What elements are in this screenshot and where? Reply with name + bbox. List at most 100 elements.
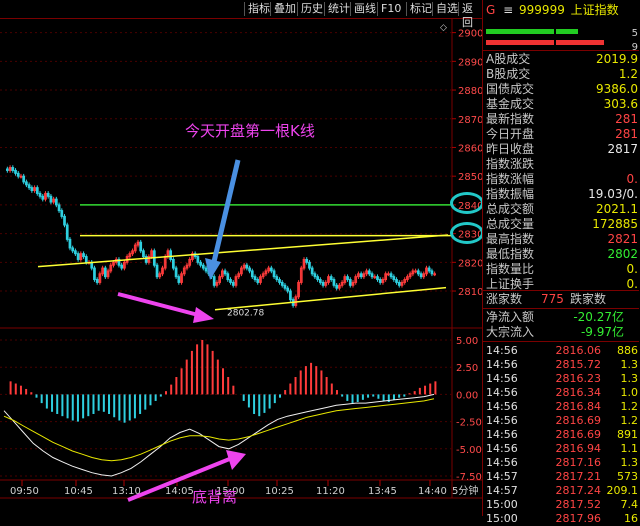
stat-label: 国债成交 [486,82,535,96]
stat-label: 指数量比 [486,262,535,276]
divider [483,341,639,342]
y-tick-label: 2810 [458,287,482,298]
net-inflow-label: 净流入额 [486,310,535,324]
stat-value: 2021.1 [596,202,638,216]
candle-body [139,241,143,252]
stat-value: 281 [615,112,638,126]
stat-row: A股成交 2019.9 [486,52,638,67]
macd-tick-label: 0.00 [456,390,478,401]
chart-area[interactable]: 2900289028802870286028502840283028202810… [0,18,482,516]
toolbar-button[interactable]: 统计 [324,2,353,16]
stat-label: 昨日收盘 [486,142,535,156]
stat-value: 1.2 [618,67,638,81]
toolbar-button[interactable]: 指标 [244,2,273,16]
tick-time: 14:56 [486,428,518,441]
candle-body [321,281,325,286]
candle-body [71,247,75,252]
stat-label: B股成交 [486,67,531,81]
macd-tick-label: -5.00 [456,445,482,456]
buy-bar [486,29,554,34]
candle-body [373,276,377,279]
candle-body [25,181,28,186]
rise-label: 涨家数 [486,292,523,306]
tick-volume: 16 [624,512,638,525]
stock-code-sep: ≡ [503,3,514,17]
stat-row: 昨日收盘 2817 [486,142,638,157]
candle-body [199,261,202,266]
candle-body [196,256,200,263]
candle-body [318,279,322,283]
divider [483,50,639,51]
stat-row: 国债成交 9386.0 [486,82,638,97]
tick-volume: 1.2 [620,400,639,413]
block-inflow-label: 大宗流入 [486,325,535,339]
toolbar-button[interactable]: 历史 [297,2,326,16]
toolbar-button[interactable]: 自选 [432,2,461,16]
toolbar-button[interactable]: 返回 [458,2,482,29]
tick-volume: 573 [617,470,638,483]
candle-body [63,215,66,226]
tick-volume: 1.0 [620,386,639,399]
tick-price: 2816.94 [555,442,602,455]
candle-body [120,264,124,269]
tick-time: 14:56 [486,414,518,427]
stat-value: 303.6 [603,97,638,111]
candle-body [93,267,96,281]
stat-label: 最新指数 [486,112,535,126]
candle-body [253,276,257,281]
candle-body [144,256,148,263]
candle-body [370,273,374,278]
x-tick-label: 13:45 [368,486,397,497]
divergence-arrowhead [193,307,214,323]
tick-price: 2815.72 [555,358,602,371]
candle-body [19,175,23,178]
tick-row: 14:56 2816.94 1.1 [486,442,638,456]
candle-body [245,264,249,269]
rise-count: 775 [541,292,564,306]
candle-body [229,279,232,283]
stat-value: 2821 [607,232,638,246]
tick-volume: 891 [617,428,638,441]
divider [483,290,639,291]
tick-price: 2817.16 [555,456,602,469]
candle-body [68,238,72,249]
stat-label: 指数振幅 [486,187,535,201]
stat-row: 最新指数 281 [486,112,638,127]
candle-body [16,172,20,177]
candle-body [6,168,9,171]
tick-time: 14:56 [486,400,518,413]
macd-tick-label: -7.50 [456,472,482,483]
sell-bar [556,40,604,45]
toolbar-button[interactable]: F10 [377,2,404,16]
candle-body [223,270,227,275]
tick-time: 14:56 [486,344,518,357]
candle-body [389,273,393,278]
candle-body [14,169,17,174]
stat-label: 总成交额 [486,202,535,216]
stock-header[interactable]: G ≡ 999999 上证指数 [486,2,619,18]
candle-body [204,267,208,272]
stat-label: 指数涨跌 [486,157,535,171]
stat-row: 指数涨跌 [486,157,638,172]
candle-body [414,270,417,273]
candle-body [74,250,77,255]
tick-price: 2816.06 [555,344,602,357]
y-tick-label: 2890 [458,57,482,68]
stat-value: 2019.9 [596,52,638,66]
tick-volume: 1.3 [620,456,639,469]
y-tick-label: 2820 [458,258,482,269]
y-tick-label: 2880 [458,86,482,97]
tick-time: 14:56 [486,386,518,399]
stat-row: 最低指数 2802 [486,247,638,262]
stat-row: 基金成交 303.6 [486,97,638,112]
side-digit: 5 [631,28,638,39]
toolbar-button[interactable]: 标记 [406,2,435,16]
macd-tick-label: 5.00 [456,336,478,347]
candle-body [49,195,53,203]
candle-body [11,167,15,171]
quote-panel: G ≡ 999999 上证指数 5 9 A股成交 2019.9 B股成交 1.2 国债成… [482,0,640,525]
toolbar-button[interactable]: 叠加 [270,2,299,16]
toolbar-button[interactable]: 画线 [350,2,379,16]
stat-row: 总成交量 172885 [486,217,638,232]
candle-body [30,187,34,192]
